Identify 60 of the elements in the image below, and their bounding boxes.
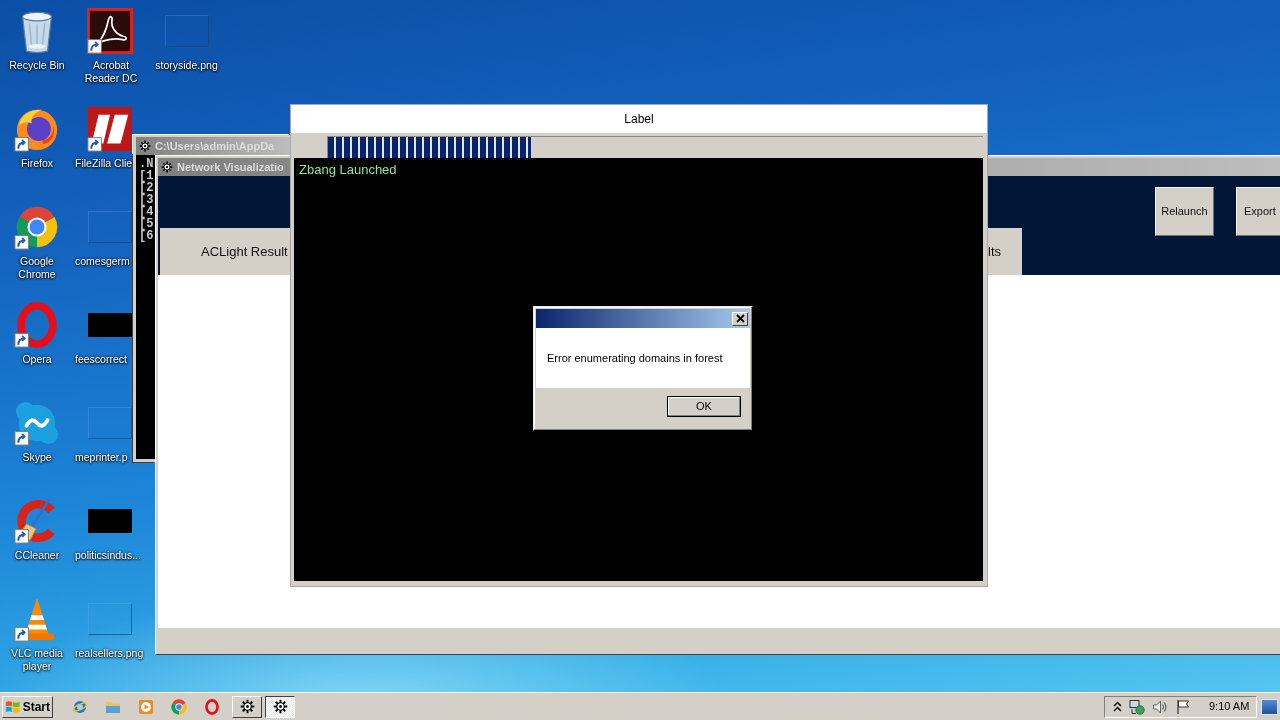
desktop-icon-label[interactable]: Skype <box>22 451 52 464</box>
clock[interactable]: 9:10 AM <box>1209 698 1250 715</box>
gear-icon <box>239 699 255 714</box>
console-line: [4 <box>139 206 154 218</box>
image-thumbnail-icon[interactable] <box>164 15 209 47</box>
export-button[interactable]: Export <box>1236 187 1280 236</box>
tab[interactable]: ACLight Result <box>160 228 290 275</box>
ring-icon[interactable] <box>14 302 60 348</box>
cloud-icon[interactable] <box>14 400 60 446</box>
ok-button[interactable]: OK <box>667 396 741 417</box>
image-thumbnail-icon[interactable] <box>88 211 132 243</box>
gear-icon <box>161 161 173 173</box>
ring-icon[interactable] <box>204 698 220 715</box>
desktop-icon-label[interactable]: Opera <box>22 353 52 366</box>
console-output-text: Zbang Launched <box>299 162 397 178</box>
gear-icon <box>272 699 288 714</box>
window-title: C:\Users\admin\AppDa <box>155 138 275 154</box>
window-title: Network Visualizatio <box>177 159 284 175</box>
desktop-icon-label[interactable]: politicsindus... <box>75 549 141 562</box>
start-button[interactable]: Start <box>2 695 53 718</box>
swirl-tile-icon[interactable] <box>87 8 133 54</box>
console-line: .N <box>139 158 154 170</box>
desktop-icon-label[interactable]: Google Chrome <box>6 255 68 281</box>
taskbar-window-button[interactable] <box>265 695 295 718</box>
circle-segments-icon[interactable] <box>171 698 187 715</box>
desktop-icon-label[interactable]: CCleaner <box>14 549 60 562</box>
relaunch-button[interactable]: Relaunch <box>1155 187 1214 236</box>
error-dialog[interactable]: Error enumerating domains in forest OK <box>533 306 753 431</box>
console-line: [3 <box>139 194 154 206</box>
circle-segments-icon[interactable] <box>14 204 60 250</box>
logo-icon <box>5 698 21 715</box>
desktop-icon-label[interactable]: feescorrect <box>75 353 127 366</box>
console-line: [1 <box>139 170 154 182</box>
image-thumbnail-icon[interactable] <box>88 509 132 533</box>
network-icon[interactable] <box>1129 698 1145 715</box>
desktop-icon-label[interactable]: comesgerm <box>75 255 130 268</box>
gear-icon <box>139 140 151 152</box>
double-chevron-up-icon[interactable] <box>1113 701 1122 712</box>
image-thumbnail-icon[interactable] <box>88 603 132 635</box>
desktop-icon-label[interactable]: storyside.png <box>155 59 218 72</box>
desktop-icon-label[interactable]: meprinter.p <box>75 451 128 464</box>
show-desktop-button[interactable] <box>1261 698 1278 715</box>
console-line: [2 <box>139 182 154 194</box>
console-line: [6 <box>139 230 154 242</box>
window-title: Label <box>624 111 654 128</box>
flag-icon[interactable] <box>1175 698 1191 715</box>
close-icon <box>735 314 745 323</box>
image-thumbnail-icon[interactable] <box>88 313 132 337</box>
dialog-message: Error enumerating domains in forest <box>547 350 723 366</box>
desktop-icon-label[interactable]: Firefox <box>20 157 54 170</box>
close-button[interactable] <box>732 311 748 326</box>
image-thumbnail-icon[interactable] <box>88 407 132 439</box>
console-line: [5 <box>139 218 154 230</box>
speaker-icon[interactable] <box>1152 698 1168 715</box>
tile-icon[interactable] <box>87 106 133 152</box>
tab[interactable]: lts <box>988 228 1022 275</box>
desktop-icon-label[interactable]: Recycle Bin <box>9 59 65 72</box>
desktop-icon-label[interactable]: Acrobat Reader DC <box>75 59 147 85</box>
desktop-icon-label[interactable]: FileZilla Clie <box>75 157 133 170</box>
globe-orbit-icon[interactable] <box>72 698 88 715</box>
